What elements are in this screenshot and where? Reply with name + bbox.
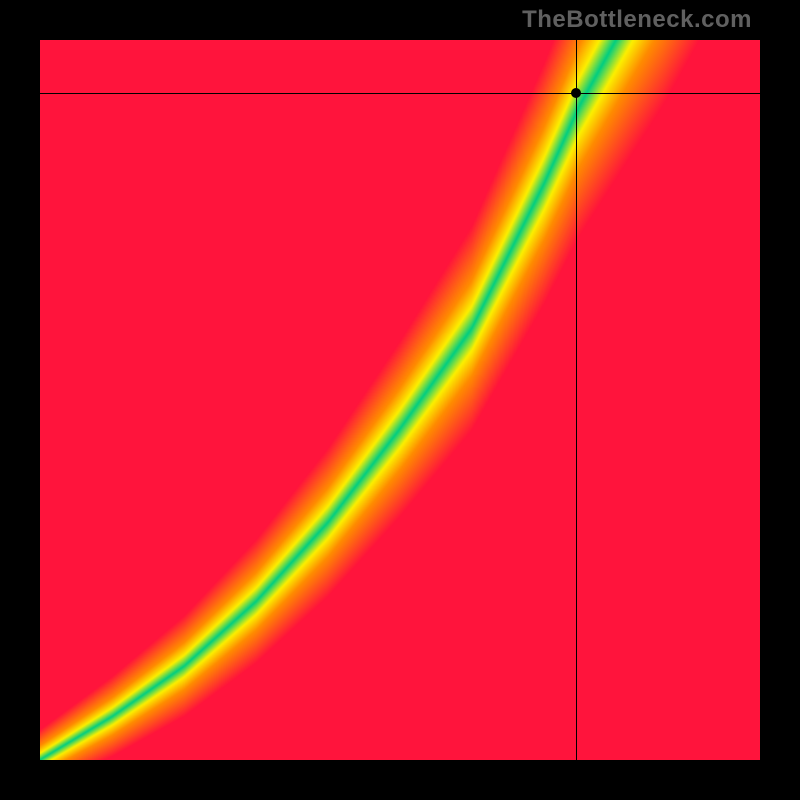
crosshair-vertical — [576, 40, 577, 760]
plot-area — [40, 40, 760, 760]
watermark-text: TheBottleneck.com — [522, 6, 752, 34]
crosshair-marker — [571, 88, 581, 98]
crosshair-horizontal — [40, 93, 760, 94]
heatmap-canvas — [40, 40, 760, 760]
chart-frame: TheBottleneck.com — [0, 0, 800, 800]
